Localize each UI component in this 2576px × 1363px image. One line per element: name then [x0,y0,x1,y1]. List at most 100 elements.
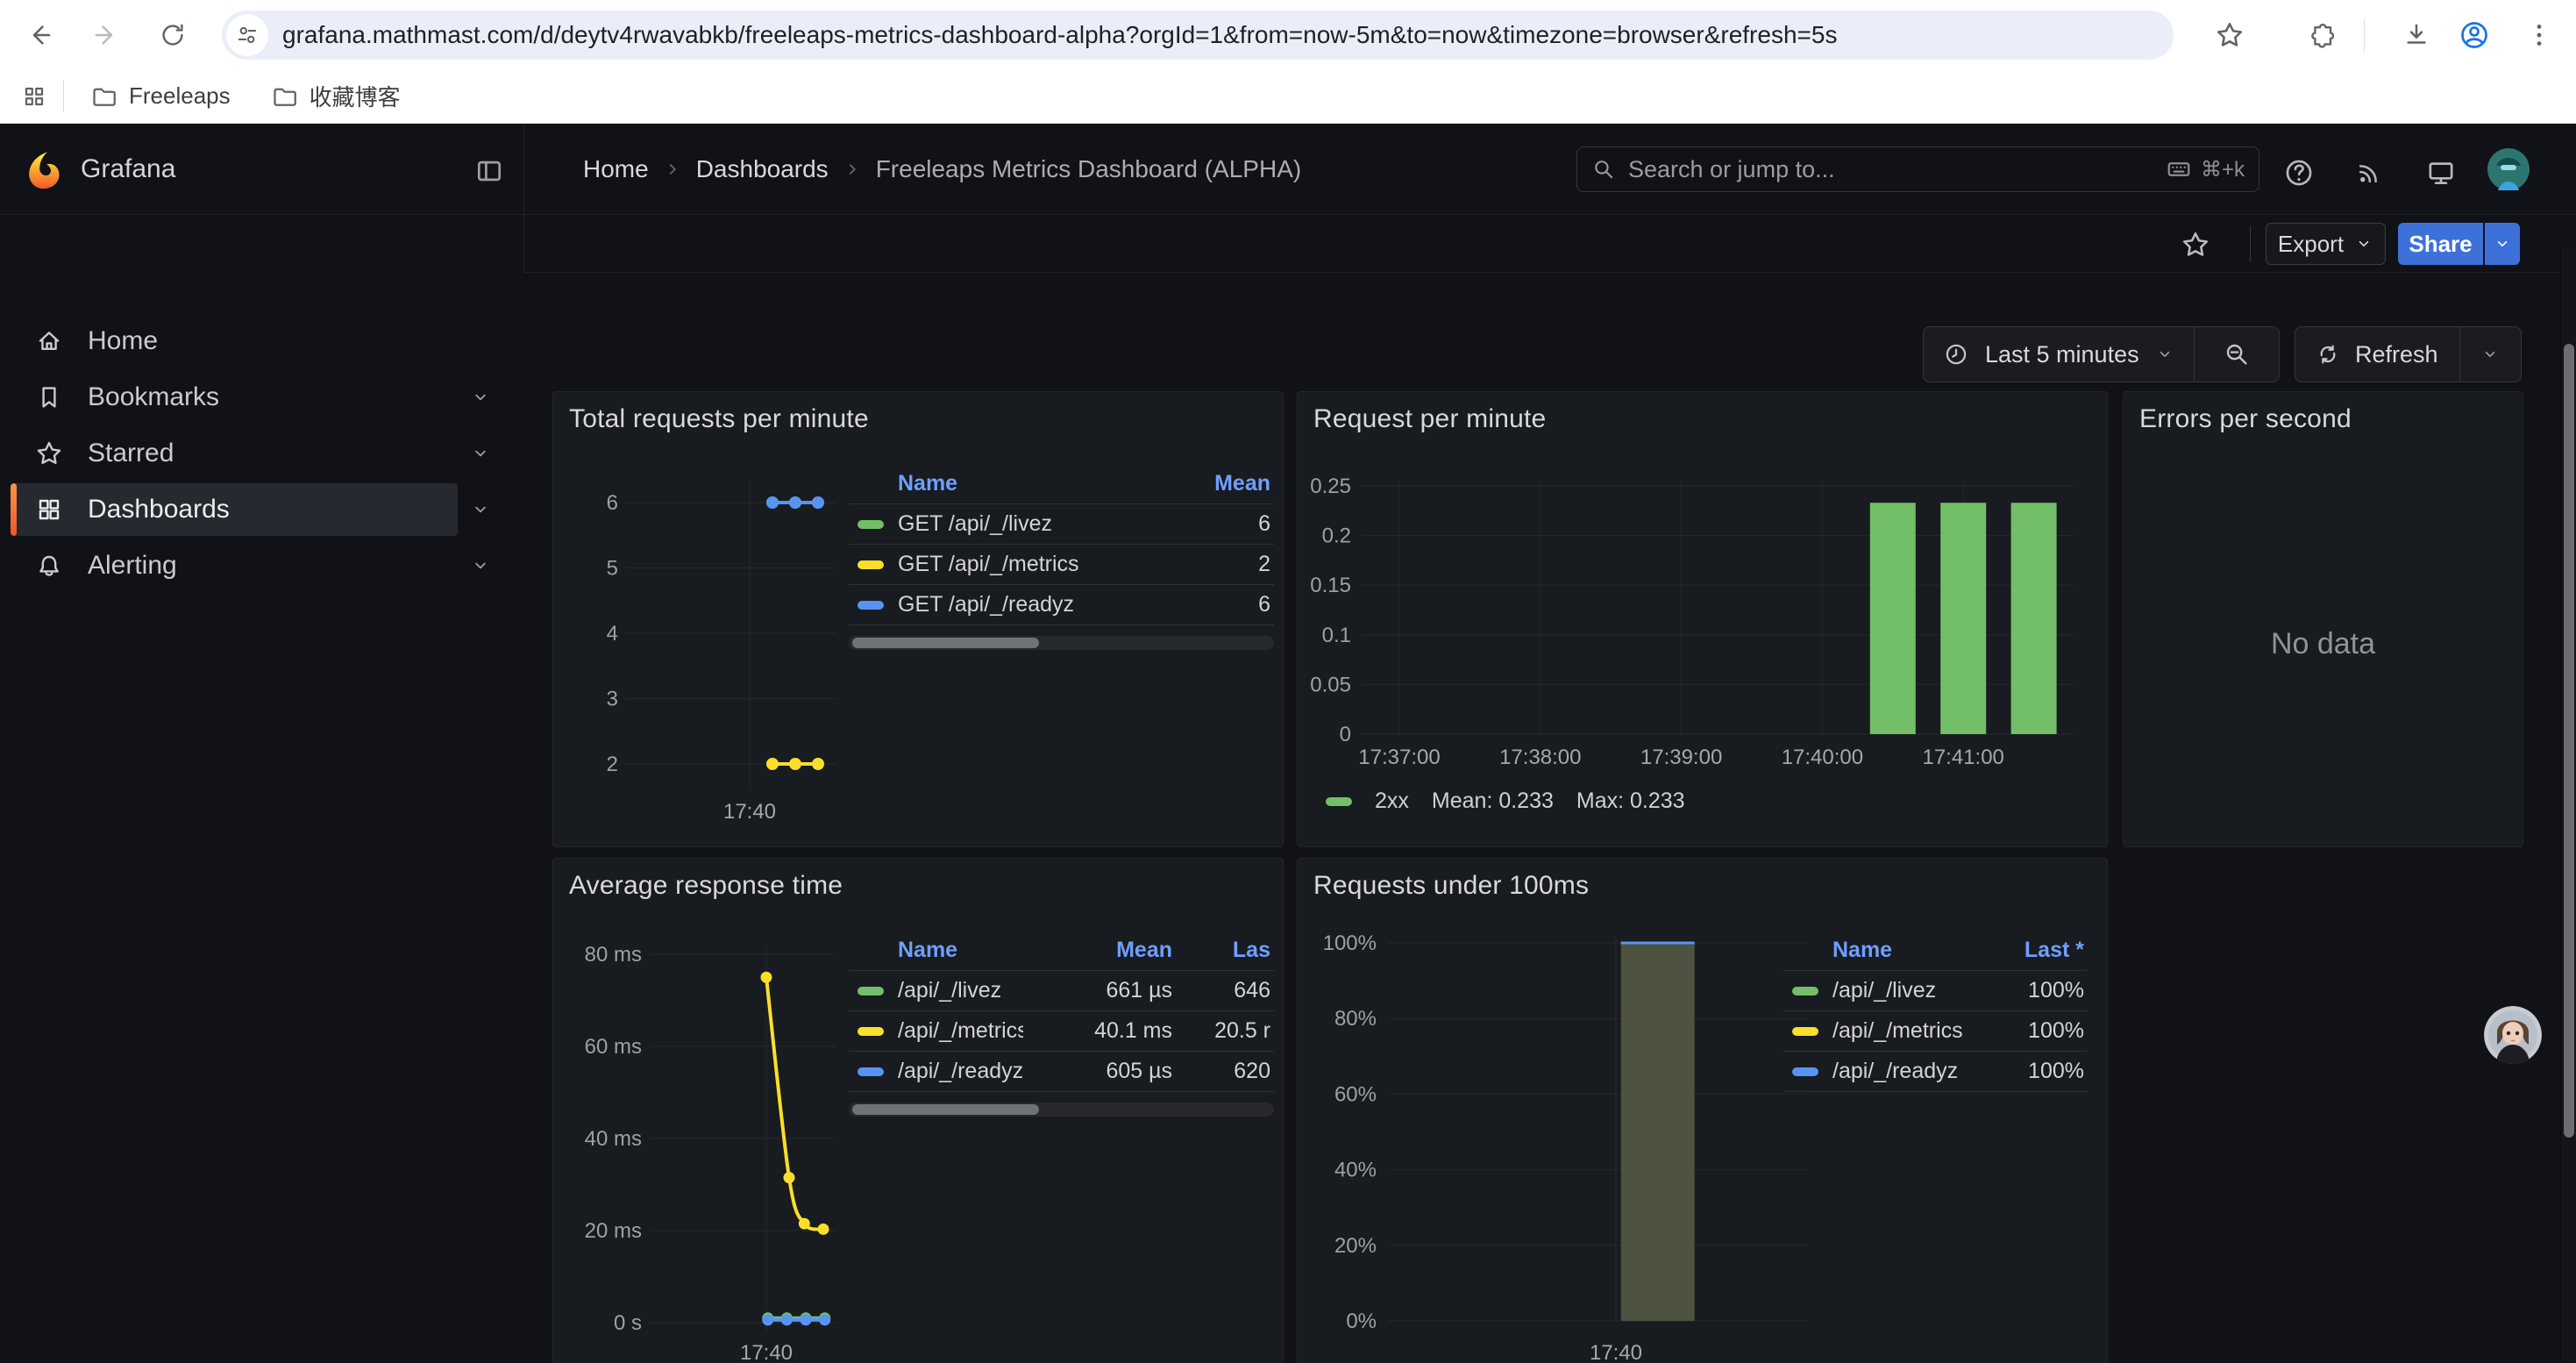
sidebar-item-alerting[interactable]: Alerting [11,539,458,592]
series-mean: Mean: 0.233 [1432,789,1554,814]
search-input[interactable]: Search or jump to... ⌘+k [1576,146,2259,192]
floating-assistant-avatar[interactable] [2484,1006,2542,1064]
legend-row[interactable]: /api/_/readyz100% [1783,1052,2088,1092]
svg-text:0.2: 0.2 [1322,525,1351,548]
legend-scroll-thumb[interactable] [852,638,1039,648]
download-icon [2402,20,2431,50]
legend-row[interactable]: /api/_/livez100% [1783,971,2088,1011]
breadcrumb-item[interactable]: Home [583,155,649,183]
chart-canvas[interactable]: 0.250.20.150.10.05017:37:0017:38:0017:39… [1298,392,2109,848]
folder-icon [90,83,117,110]
svg-text:17:40:00: 17:40:00 [1782,746,1863,769]
page-scrollbar[interactable] [2560,247,2576,1363]
sidebar-item-label: Bookmarks [88,382,219,412]
apps-grid-icon[interactable] [21,83,47,110]
panel-legend[interactable]: 2xx Mean: 0.233 Max: 0.233 [1326,789,1685,814]
export-button[interactable]: Export [2266,223,2386,265]
series-value: 661 µs [1023,978,1172,1003]
legend-row[interactable]: GET /api/_/metrics2 [849,545,1274,585]
browser-reload-button[interactable] [153,16,192,54]
legend-header: NameMean [849,464,1274,504]
downloads-button[interactable] [2397,18,2436,53]
sidebar-item-dashboards[interactable]: Dashboards [11,483,458,536]
site-settings-button[interactable] [226,14,268,56]
svg-text:17:41:00: 17:41:00 [1922,746,2003,769]
chevron-down-icon [2493,234,2512,253]
expand-starred-button[interactable] [463,436,498,471]
expand-alerting-button[interactable] [463,548,498,583]
panel-title[interactable]: Errors per second [2139,404,2352,434]
panel-total-requests[interactable]: Total requests per minute 6543217:40 Nam… [552,391,1284,847]
svg-text:6: 6 [607,491,618,515]
legend-row[interactable]: /api/_/livez661 µs646 [849,971,1274,1011]
browser-menu-button[interactable] [2520,18,2558,53]
svg-text:3: 3 [607,688,618,711]
browser-back-button[interactable] [20,16,59,54]
extensions-button[interactable] [2301,18,2339,53]
series-color-pill [857,1027,884,1036]
svg-text:0: 0 [1340,723,1351,746]
legend-row[interactable]: GET /api/_/livez6 [849,504,1274,545]
refresh-interval-dropdown[interactable] [2460,345,2521,364]
breadcrumb-item[interactable]: Dashboards [696,155,829,183]
sidebar-item-bookmarks[interactable]: Bookmarks [11,371,458,424]
legend-scroll-thumb[interactable] [852,1104,1039,1115]
chevron-down-icon[interactable] [2155,345,2174,364]
legend-row[interactable]: /api/_/readyz605 µs620 [849,1052,1274,1092]
series-color-pill [1326,797,1352,806]
dashboard-controls-row: Export Share [524,215,2576,273]
series-color-pill [857,987,884,995]
legend-scrollbar[interactable] [849,1103,1274,1117]
share-dropdown-button[interactable] [2485,223,2520,265]
svg-text:0%: 0% [1346,1309,1377,1333]
zoom-out-icon[interactable] [2195,340,2279,368]
browser-forward-button[interactable] [87,16,125,54]
bookmark-folder-freeleaps[interactable]: Freeleaps [90,82,231,110]
sidebar-item-home[interactable]: Home [11,315,458,368]
svg-text:0 s: 0 s [614,1311,642,1335]
breadcrumb-separator-icon [663,160,682,179]
legend-row[interactable]: /api/_/metrics40.1 ms20.5 r [849,1011,1274,1052]
panel-avg-response-time[interactable]: Average response time 80 ms60 ms40 ms20 … [552,858,1284,1363]
panel-under-100ms[interactable]: Requests under 100ms 100%80%60%40%20%0%1… [1297,858,2108,1363]
bookmark-folder-blogs[interactable]: 收藏博客 [271,80,401,112]
address-bar[interactable]: grafana.mathmast.com/d/deytv4rwavabkb/fr… [222,11,2174,60]
kiosk-monitor-icon[interactable] [2423,155,2459,190]
legend-row[interactable]: GET /api/_/readyz6 [849,585,1274,625]
panel-errors-per-second[interactable]: Errors per second No data [2123,391,2523,847]
back-icon [25,20,54,50]
bookmark-page-button[interactable] [2210,18,2249,53]
expand-dashboards-button[interactable] [463,492,498,527]
share-button[interactable]: Share [2398,223,2483,265]
legend-row[interactable]: /api/_/metrics100% [1783,1011,2088,1052]
grafana-app: Grafana Home Dashboards Freeleaps Metrics … [0,124,2576,1363]
grafana-brand[interactable]: Grafana [81,124,175,215]
panel-request-per-minute[interactable]: Request per minute 0.250.20.150.10.05017… [1297,391,2108,847]
time-range-picker[interactable]: Last 5 minutes [1985,341,2139,368]
svg-text:0.25: 0.25 [1310,475,1351,498]
star-icon [2215,20,2245,50]
mega-menu-dock-icon[interactable] [472,153,507,189]
legend-header: NameLast * [1783,931,2088,971]
help-icon[interactable] [2281,155,2316,190]
scrollbar-thumb[interactable] [2564,344,2574,1138]
refresh-button[interactable]: Refresh [2355,341,2438,368]
toolbar-divider [2364,19,2365,51]
svg-text:80%: 80% [1334,1007,1377,1031]
news-rss-icon[interactable] [2352,155,2387,190]
profile-button[interactable] [2455,18,2494,53]
refresh-group: Refresh [2295,326,2522,382]
expand-bookmarks-button[interactable] [463,380,498,415]
url-text[interactable]: grafana.mathmast.com/d/deytv4rwavabkb/fr… [282,21,1837,49]
sidebar-item-starred[interactable]: Starred [11,427,458,480]
series-color-pill [857,601,884,610]
svg-text:17:40: 17:40 [740,1341,793,1363]
user-avatar[interactable] [2487,148,2530,195]
star-dashboard-icon[interactable] [2178,227,2213,262]
breadcrumb-item[interactable]: Freeleaps Metrics Dashboard (ALPHA) [876,155,1302,183]
series-value: 6 [1165,511,1270,537]
legend-scrollbar[interactable] [849,636,1274,650]
grafana-logo-icon[interactable] [26,150,65,193]
series-name: /api/_/metrics [898,1018,1023,1044]
svg-text:4: 4 [607,622,618,646]
